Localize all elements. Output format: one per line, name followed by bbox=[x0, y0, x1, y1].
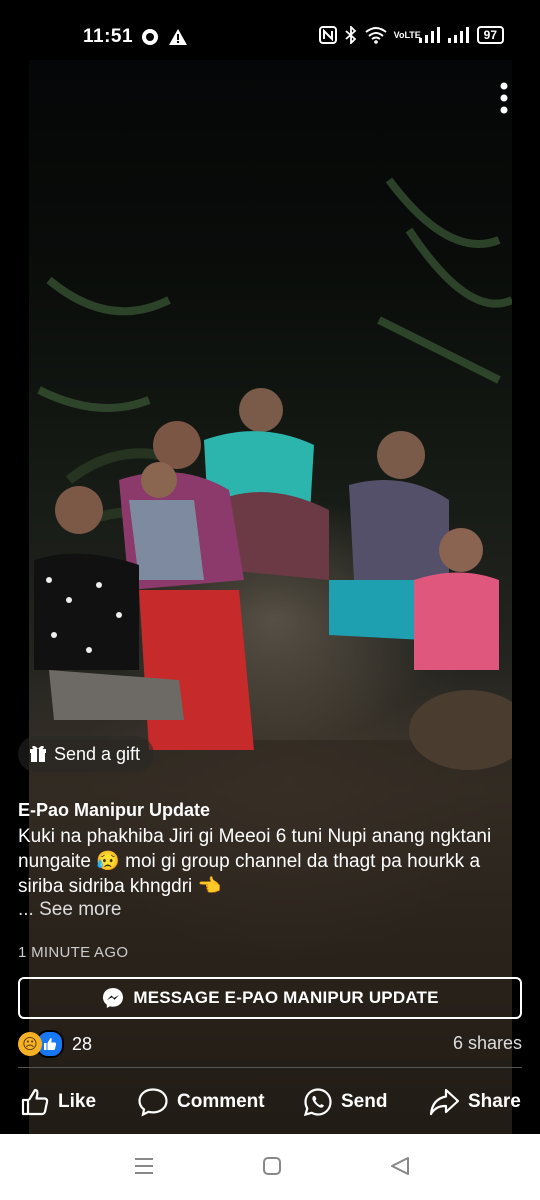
action-divider bbox=[18, 1067, 522, 1068]
message-page-button[interactable]: MESSAGE E-PAO MANIPUR UPDATE bbox=[18, 977, 522, 1019]
post-actions: Like Comment Send Share bbox=[0, 1082, 540, 1122]
record-icon bbox=[142, 29, 158, 45]
more-options-icon[interactable] bbox=[490, 80, 518, 116]
home-icon[interactable] bbox=[261, 1154, 283, 1178]
status-right-icons: VoLTE 97 bbox=[318, 26, 504, 44]
system-nav-bar bbox=[0, 1134, 540, 1200]
status-bar: 11:51 VoLTE 97 bbox=[0, 0, 540, 60]
recent-apps-icon[interactable] bbox=[133, 1154, 155, 1178]
sad-reaction-icon: ☹ bbox=[18, 1032, 42, 1056]
send-button[interactable]: Send bbox=[303, 1082, 387, 1122]
like-label: Like bbox=[58, 1091, 97, 1112]
comment-icon bbox=[138, 1088, 168, 1117]
like-button[interactable]: Like bbox=[20, 1082, 96, 1122]
gift-icon bbox=[30, 745, 46, 762]
wifi-icon bbox=[365, 27, 387, 44]
messenger-icon bbox=[103, 988, 124, 1008]
warning-icon bbox=[169, 29, 187, 45]
share-count[interactable]: 6 shares bbox=[453, 1033, 522, 1054]
send-label: Send bbox=[341, 1091, 388, 1112]
status-time: 11:51 bbox=[83, 26, 134, 47]
message-button-label: MESSAGE E-PAO MANIPUR UPDATE bbox=[133, 988, 439, 1007]
post-timestamp: 1 MINUTE AGO bbox=[18, 944, 129, 961]
send-gift-label: Send a gift bbox=[54, 743, 141, 764]
back-icon[interactable] bbox=[389, 1154, 411, 1178]
post-author[interactable]: E-Pao Manipur Update bbox=[18, 800, 210, 821]
post-photo[interactable] bbox=[29, 60, 512, 1134]
volte-label: VoLTE bbox=[393, 29, 421, 40]
share-button[interactable]: Share bbox=[428, 1082, 521, 1122]
comment-button[interactable]: Comment bbox=[137, 1082, 265, 1122]
post-caption: Kuki na phakhiba Jiri gi Meeoi 6 tuni Nu… bbox=[18, 826, 492, 897]
see-more-link[interactable]: ... See more bbox=[18, 899, 122, 921]
bluetooth-icon bbox=[345, 26, 356, 44]
signal-icon-1 bbox=[418, 27, 440, 43]
battery-indicator: 97 bbox=[476, 26, 504, 44]
share-label: Share bbox=[468, 1091, 521, 1112]
send-gift-button[interactable]: Send a gift bbox=[18, 736, 155, 772]
photo-scene bbox=[29, 177, 512, 1134]
reaction-count: 28 bbox=[72, 1033, 93, 1054]
whatsapp-icon bbox=[303, 1088, 332, 1117]
nfc-icon bbox=[318, 26, 337, 44]
like-icon bbox=[21, 1088, 49, 1116]
comment-label: Comment bbox=[177, 1091, 265, 1112]
reaction-summary[interactable]: ☹ 28 bbox=[18, 1030, 92, 1058]
share-icon bbox=[429, 1088, 460, 1116]
signal-icon-2 bbox=[447, 27, 469, 43]
status-left-icons bbox=[140, 27, 188, 47]
